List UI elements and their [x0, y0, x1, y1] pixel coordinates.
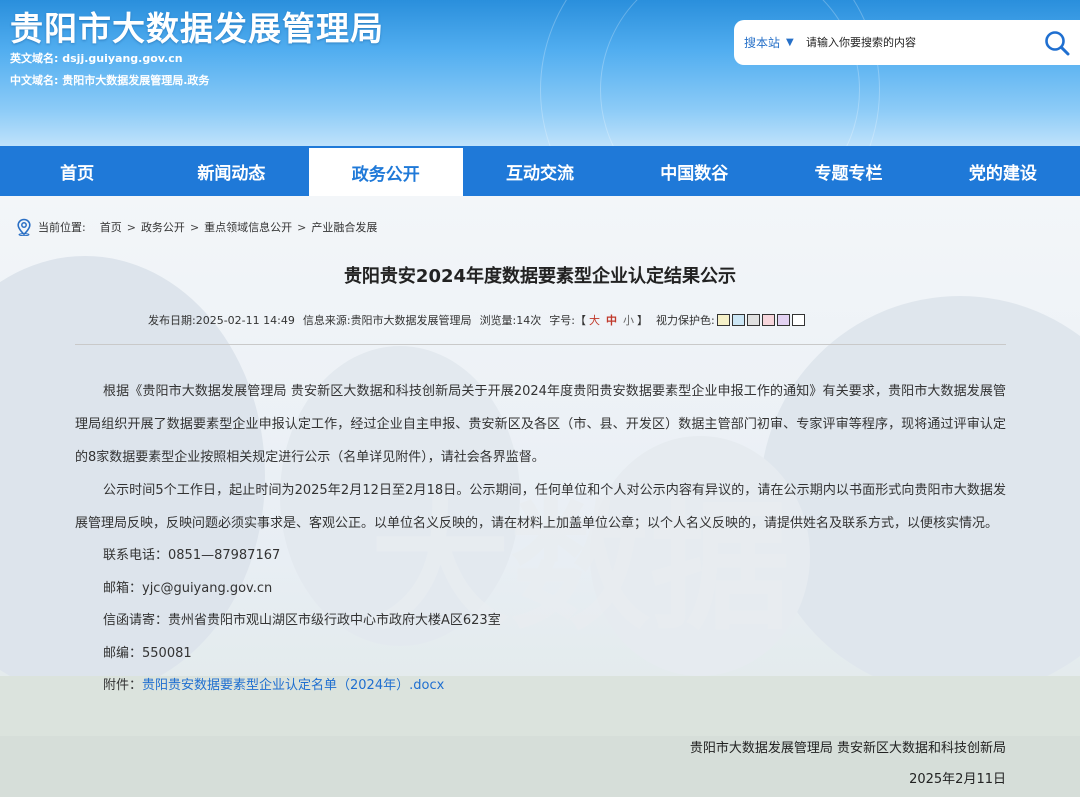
eye-color-swatch-pink[interactable] — [761, 314, 775, 326]
paragraph-period: 公示时间5个工作日，起止时间为2025年2月12日至2月18日。公示期间，任何单… — [75, 483, 1006, 531]
site-header: 贵阳市大数据发展管理局 英文域名: dsjj.guiyang.gov.cn 中文… — [0, 0, 1080, 146]
article-meta: 发布日期: 2025-02-11 14:49 信息来源: 贵阳市大数据发展管理局… — [148, 312, 805, 328]
search-box: 搜本站 ▼ — [734, 20, 1080, 65]
english-domain-value: dsjj.guiyang.gov.cn — [62, 52, 183, 65]
nav-item-gov-affairs[interactable]: 政务公开 — [308, 146, 463, 196]
font-size-bracket-open: 【 — [575, 314, 586, 327]
search-icon — [1045, 30, 1070, 55]
chinese-domain-label: 中文域名: — [10, 74, 59, 87]
main-nav: 首页 新闻动态 政务公开 互动交流 中国数谷 专题专栏 党的建设 — [0, 146, 1080, 196]
nav-item-interaction[interactable]: 互动交流 — [463, 146, 617, 196]
search-scope-label: 搜本站 — [744, 36, 781, 50]
paragraph-intro: 根据《贵阳市大数据发展管理局 贵安新区大数据和科技创新局关于开展2024年度贵阳… — [75, 384, 1006, 465]
chevron-down-icon: ▼ — [786, 37, 794, 48]
english-domain: 英文域名: dsjj.guiyang.gov.cn — [10, 50, 183, 66]
publish-date-label: 发布日期: — [148, 314, 196, 327]
eye-color-swatch-white[interactable] — [791, 314, 805, 326]
eye-color-swatch-yellow[interactable] — [716, 314, 730, 326]
location-pin-icon — [17, 218, 31, 236]
breadcrumb-separator: > — [126, 220, 136, 234]
nav-item-china-datavalley[interactable]: 中国数谷 — [617, 146, 771, 196]
publish-date: 2025-02-11 14:49 — [195, 313, 295, 327]
chinese-domain: 中文域名: 贵阳市大数据发展管理局.政务 — [10, 72, 209, 88]
eye-color-swatch-gray[interactable] — [746, 314, 760, 326]
search-button[interactable] — [1034, 20, 1080, 65]
chinese-domain-value: 贵阳市大数据发展管理局.政务 — [62, 74, 210, 87]
font-size-label: 字号: — [549, 314, 575, 327]
source-value: 贵阳市大数据发展管理局 — [350, 314, 472, 327]
font-size-medium-button[interactable]: 中 — [606, 312, 617, 328]
breadcrumb-item-gov-affairs[interactable]: 政务公开 — [141, 219, 185, 235]
eye-color-swatch-purple[interactable] — [776, 314, 790, 326]
breadcrumb-item-industry[interactable]: 产业融合发展 — [311, 219, 377, 235]
article-content: 根据《贵阳市大数据发展管理局 贵安新区大数据和科技创新局关于开展2024年度贵阳… — [75, 375, 1006, 703]
breadcrumb: 当前位置: 首页 > 政务公开 > 重点领域信息公开 > 产业融合发展 — [16, 218, 377, 236]
site-title[interactable]: 贵阳市大数据发展管理局 — [10, 2, 384, 50]
breadcrumb-item-key-areas[interactable]: 重点领域信息公开 — [204, 219, 292, 235]
breadcrumb-separator: > — [297, 220, 307, 234]
english-domain-label: 英文域名: — [10, 52, 59, 65]
nav-item-party-building[interactable]: 党的建设 — [926, 146, 1080, 196]
contact-address: 信函请寄：贵州省贵阳市观山湖区市级行政中心市政府大楼A区623室 — [103, 613, 501, 628]
signature-org: 贵阳市大数据发展管理局 贵安新区大数据和科技创新局 — [689, 741, 1006, 756]
search-scope-select[interactable]: 搜本站 ▼ — [734, 34, 806, 51]
breadcrumb-label: 当前位置: — [38, 221, 86, 234]
views-count: 14次 — [516, 314, 542, 327]
nav-item-news[interactable]: 新闻动态 — [154, 146, 308, 196]
eye-color-swatch-blue[interactable] — [731, 314, 745, 326]
search-input[interactable] — [806, 27, 1034, 58]
article-title: 贵阳贵安2024年度数据要素型企业认定结果公示 — [343, 266, 737, 287]
source-label: 信息来源: — [302, 314, 351, 327]
contact-phone: 联系电话：0851—87987167 — [103, 548, 281, 563]
eye-protect-label: 视力保护色: — [656, 314, 715, 327]
font-size-large-button[interactable]: 大 — [589, 312, 600, 328]
contact-email: 邮箱：yjc@guiyang.gov.cn — [103, 580, 273, 596]
font-size-bracket-close: 】 — [637, 314, 648, 327]
signature-date: 2025年2月11日 — [909, 772, 1006, 787]
attachment-label: 附件： — [103, 678, 143, 693]
views-label: 浏览量: — [479, 314, 517, 327]
attachment-link[interactable]: 贵阳贵安数据要素型企业认定名单（2024年）.docx — [142, 678, 444, 693]
breadcrumb-separator: > — [189, 220, 200, 234]
attachment-line: 附件：贵阳贵安数据要素型企业认定名单（2024年）.docx — [75, 670, 1006, 703]
contact-postcode: 邮编：550081 — [103, 645, 192, 661]
nav-item-home[interactable]: 首页 — [0, 146, 154, 196]
breadcrumb-item-home[interactable]: 首页 — [100, 219, 122, 235]
font-size-small-button[interactable]: 小 — [623, 312, 634, 328]
nav-item-special-topics[interactable]: 专题专栏 — [771, 146, 925, 196]
title-divider — [75, 344, 1006, 345]
